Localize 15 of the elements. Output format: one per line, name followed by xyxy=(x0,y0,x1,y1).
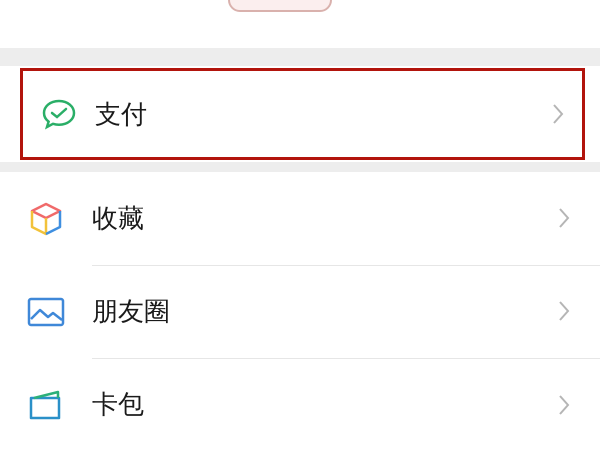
image-icon xyxy=(27,296,65,326)
chat-check-icon xyxy=(41,98,77,130)
menu-label: 收藏 xyxy=(92,202,144,236)
chevron-right-icon xyxy=(552,103,564,125)
menu-row[interactable]: 卡包 xyxy=(0,358,600,450)
menu-label: 支付 xyxy=(95,98,147,132)
menu-label: 卡包 xyxy=(92,389,144,422)
chevron-right-icon xyxy=(558,394,570,416)
menu-row[interactable]: 朋友圈 xyxy=(0,265,600,358)
chevron-right-icon xyxy=(558,207,570,229)
highlighted-menu-row[interactable]: 支付 xyxy=(20,68,585,160)
chevron-right-icon xyxy=(558,300,570,322)
cube-icon xyxy=(29,200,63,236)
menu-row[interactable]: 收藏 xyxy=(0,172,600,265)
menu-label: 朋友圈 xyxy=(92,296,170,328)
